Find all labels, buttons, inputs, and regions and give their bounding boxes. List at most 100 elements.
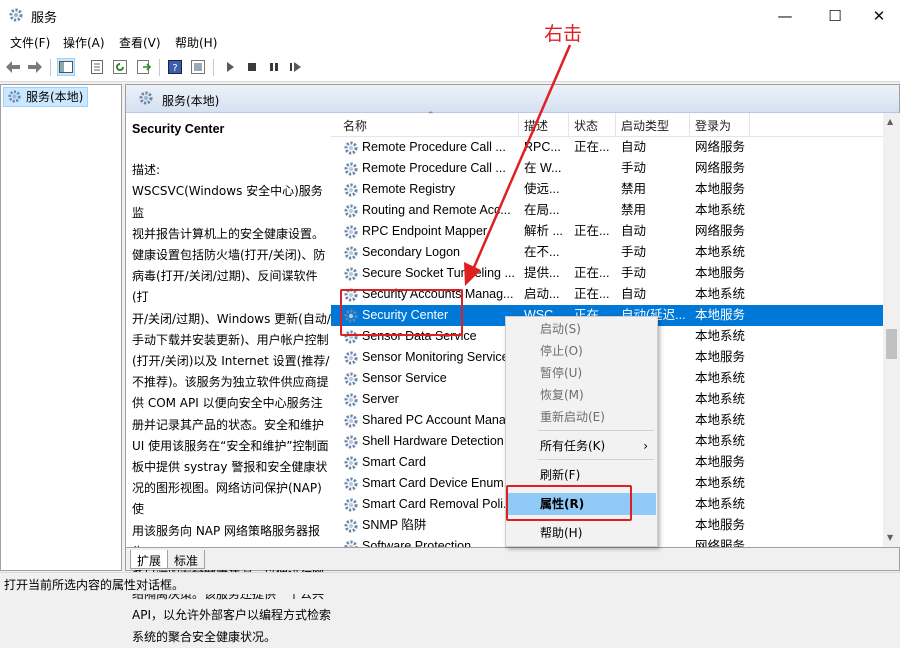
export-list-button[interactable]: [135, 58, 153, 76]
service-name-cell: Shell Hardware Detection: [362, 434, 504, 448]
maximize-button[interactable]: ☐: [812, 0, 858, 31]
service-name-cell: Software Protection: [362, 539, 472, 547]
context-menu-item[interactable]: 恢复(M): [508, 384, 656, 406]
service-status-cell: 正在...: [574, 287, 610, 301]
service-gear-icon: [343, 182, 359, 198]
column-separator[interactable]: [568, 113, 569, 137]
context-menu-item[interactable]: 所有任务(K) ›: [508, 435, 656, 457]
vertical-scrollbar[interactable]: ▲ ▼: [883, 113, 900, 547]
menu-view[interactable]: 查看(V): [119, 34, 161, 51]
service-description-cell: 使远...: [524, 182, 560, 196]
status-bar: 打开当前所选内容的属性对话框。: [0, 572, 900, 594]
service-gear-icon: [343, 434, 359, 450]
column-header-description[interactable]: 描述: [524, 117, 548, 134]
refresh-button[interactable]: [111, 58, 129, 76]
service-row[interactable]: Routing and Remote Acc... 在局... 禁用 本地系统: [331, 200, 884, 221]
service-logon-cell: 网络服务: [695, 224, 746, 238]
back-button[interactable]: [4, 58, 22, 76]
column-header-name[interactable]: 名称: [343, 117, 367, 134]
menu-action[interactable]: 操作(A): [63, 34, 105, 51]
service-status-cell: 正在...: [574, 140, 610, 154]
export-list-icon: [137, 60, 151, 74]
service-startup-type-cell: 禁用: [621, 203, 647, 217]
column-separator[interactable]: [615, 113, 616, 137]
service-row[interactable]: Remote Procedure Call ... RPC... 正在... 自动 网络…: [331, 137, 884, 158]
status-text: 打开当前所选内容的属性对话框。: [4, 578, 185, 592]
pause-service-button[interactable]: [265, 58, 283, 76]
start-service-button[interactable]: [221, 58, 239, 76]
minimize-icon: —: [777, 6, 793, 25]
service-description-cell: 在不...: [524, 245, 560, 259]
stop-service-button[interactable]: [243, 58, 261, 76]
service-logon-cell: 本地系统: [695, 287, 746, 301]
service-name-cell: Remote Registry: [362, 182, 456, 196]
description-line: 系统的聚合安全健康状况。: [132, 629, 277, 644]
context-menu-item-label: 停止(O): [540, 344, 583, 358]
description-line: UI 使用该服务在“安全和维护”控制面: [132, 438, 329, 453]
services-gear-icon: [8, 7, 24, 23]
restart-service-button[interactable]: [287, 58, 305, 76]
service-row[interactable]: Remote Registry 使远... 禁用 本地服务: [331, 179, 884, 200]
context-menu-item[interactable]: 刷新(F): [508, 464, 656, 486]
minimize-button[interactable]: —: [762, 0, 808, 31]
column-separator[interactable]: [749, 113, 750, 137]
column-header-logon-as[interactable]: 登录为: [695, 117, 731, 134]
scroll-down-icon[interactable]: ▼: [887, 533, 893, 542]
service-logon-cell: 本地系统: [695, 497, 746, 511]
description-line: 健康设置包括防火墙(打开/关闭)、防: [132, 248, 326, 263]
service-gear-icon: [343, 497, 359, 513]
service-gear-icon: [343, 140, 359, 156]
service-row[interactable]: Remote Procedure Call ... 在 W... 手动 网络服务: [331, 158, 884, 179]
context-menu-item[interactable]: 重新启动(E): [508, 406, 656, 428]
service-row[interactable]: Secondary Logon 在不... 手动 本地系统: [331, 242, 884, 263]
description-line: 册并记录其产品的状态。安全和维护: [132, 417, 325, 432]
service-row[interactable]: Secure Socket Tunneling ... 提供... 正在... 手动 本…: [331, 263, 884, 284]
show-console-tree-button[interactable]: [57, 58, 75, 76]
tab-standard[interactable]: 标准: [167, 550, 206, 569]
scrollbar-thumb[interactable]: [886, 329, 897, 359]
context-menu-separator: [538, 459, 654, 460]
service-gear-icon: [343, 245, 359, 261]
context-menu-item[interactable]: 帮助(H): [508, 522, 656, 544]
view-icon: [191, 60, 205, 74]
column-header-startup-type[interactable]: 启动类型: [621, 117, 669, 134]
view-button[interactable]: [189, 58, 207, 76]
context-menu-item-label: 启动(S): [540, 322, 581, 336]
tab-extended[interactable]: 扩展: [130, 550, 169, 569]
close-button[interactable]: ✕: [856, 0, 900, 31]
properties-button[interactable]: [88, 58, 106, 76]
help-button[interactable]: ?: [166, 58, 184, 76]
context-menu-item[interactable]: 启动(S): [508, 318, 656, 340]
service-startup-type-cell: 手动: [621, 161, 647, 175]
service-gear-icon: [343, 350, 359, 366]
toolbar: ?: [0, 53, 900, 82]
tree-item-services-local[interactable]: 服务(本地): [3, 87, 89, 109]
context-menu-item[interactable]: 暂停(U): [508, 362, 656, 384]
service-status-cell: 正在...: [574, 224, 610, 238]
show-console-tree-icon: [59, 61, 73, 73]
column-separator[interactable]: [518, 113, 519, 137]
context-menu-item[interactable]: 停止(O): [508, 340, 656, 362]
start-service-icon: [227, 62, 234, 72]
column-header-status[interactable]: 状态: [574, 117, 598, 134]
menu-help[interactable]: 帮助(H): [175, 34, 217, 51]
scroll-up-icon[interactable]: ▲: [887, 117, 893, 126]
service-gear-icon: [343, 371, 359, 387]
services-gear-icon: [7, 89, 22, 109]
service-logon-cell: 网络服务: [695, 161, 746, 175]
service-logon-cell: 本地系统: [695, 476, 746, 490]
close-icon: ✕: [872, 6, 886, 25]
service-logon-cell: 本地系统: [695, 434, 746, 448]
column-separator[interactable]: [689, 113, 690, 137]
description-line: 手动下载并安装更新)、用户帐户控制: [132, 332, 329, 347]
services-gear-icon: [138, 90, 154, 109]
description-line: WSCSVC(Windows 安全中心)服务监: [132, 184, 323, 220]
service-row[interactable]: RPC Endpoint Mapper 解析 ... 正在... 自动 网络服务: [331, 221, 884, 242]
forward-button[interactable]: [26, 58, 44, 76]
menu-file[interactable]: 文件(F): [10, 34, 50, 51]
menu-bar: 文件(F) 操作(A) 查看(V) 帮助(H): [0, 31, 900, 53]
annotation-label: 右击: [544, 23, 583, 45]
context-menu-separator: [538, 430, 654, 431]
service-description-cell: 解析 ...: [524, 224, 563, 238]
service-startup-type-cell: 手动: [621, 245, 647, 259]
